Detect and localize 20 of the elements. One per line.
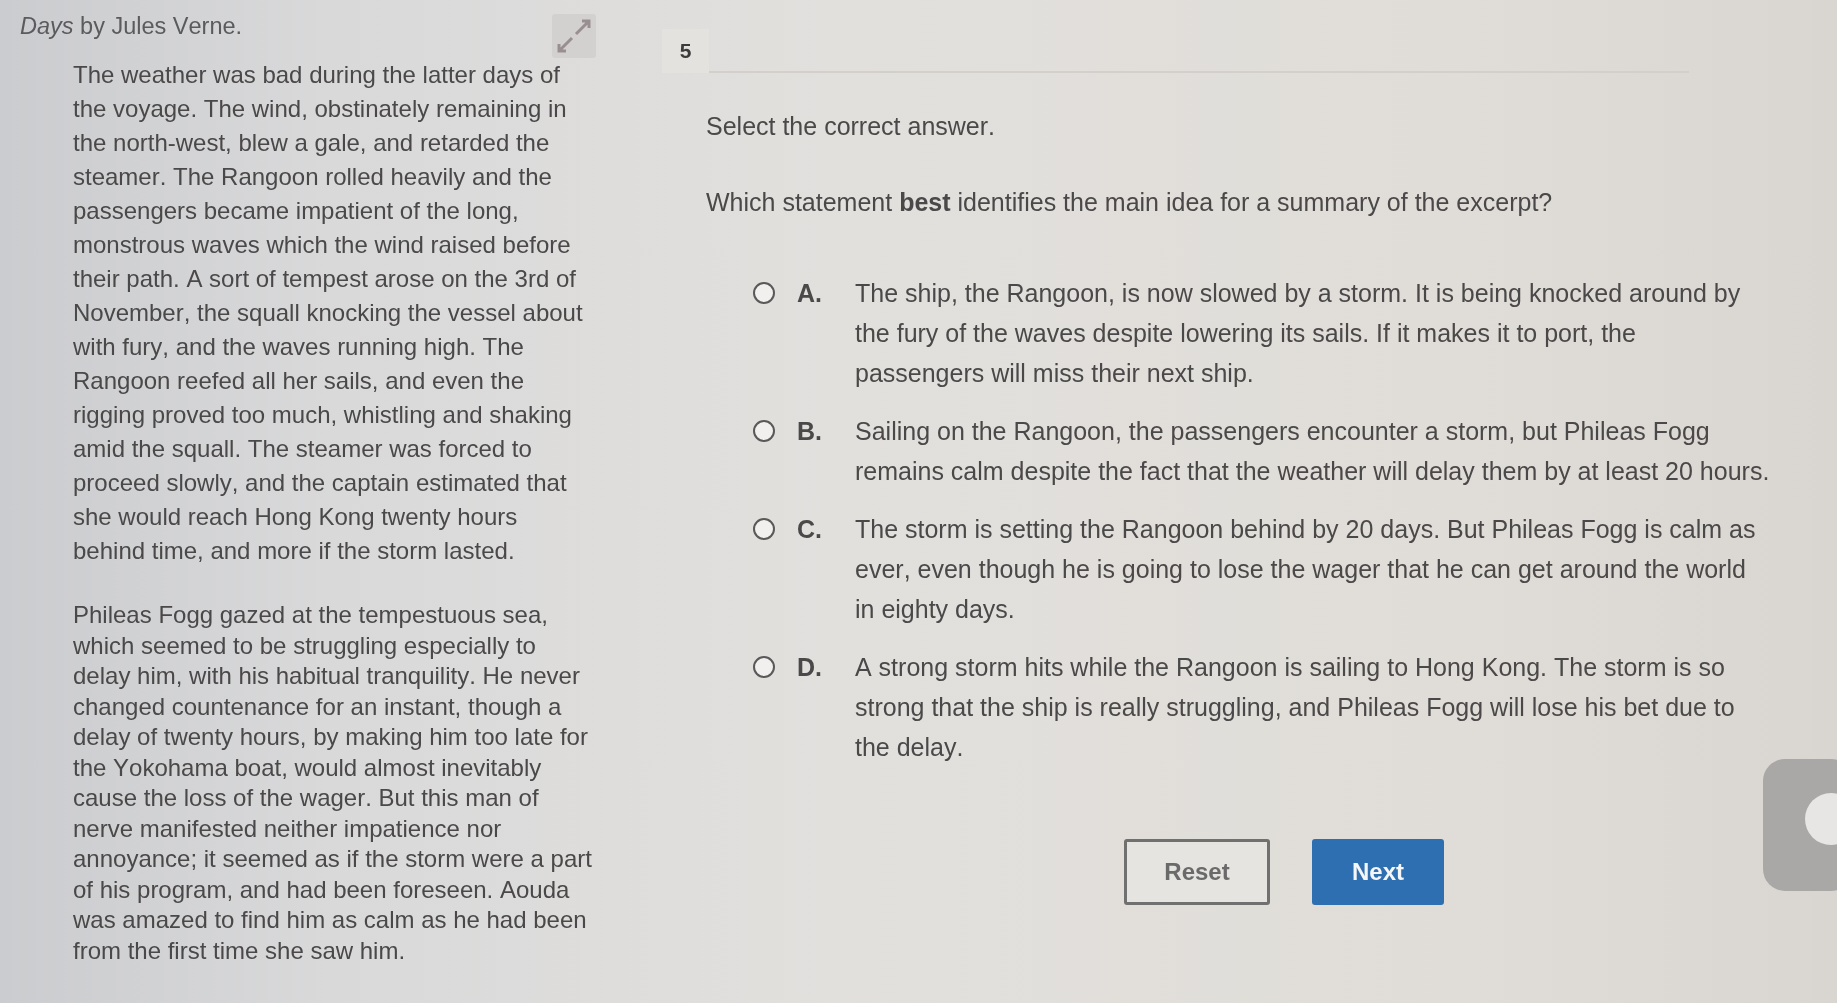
reset-button[interactable]: Reset <box>1124 839 1270 905</box>
option-text: The storm is setting the Rangoon behind by 20 days. But Phileas Fogg is calm as ever, even though he is going to lose the wager that he can get around the world in eighty days. <box>855 514 1757 625</box>
passage-paragraph: The weather was bad during the latter days of the voyage. The wind, obstinately remaining in the north-west, blew a gale, and retarded the steamer. The Rangoon rolled heavily and the passengers became impatient of the long, monstrous waves which the wind raised before their path. A sort of tempest arose on the 3rd of November, the squall knocking the vessel about with fury, and the waves running high. The Rangoon reefed all her sails, and even the rigging proved too much, whistling and shaking amid the squall. The steamer was forced to proceed slowly, and the captain estimated that she would reach Hong Kong twenty hours behind time, and more if the storm lasted. <box>73 60 584 566</box>
option-letter: D. <box>797 652 823 683</box>
radio-button[interactable] <box>753 282 775 304</box>
option-letter: B. <box>797 416 823 447</box>
option-text: The ship, the Rangoon, is now slowed by a storm. It is being knocked around by the fury of the waves despite lowering its sails. If it makes it to port, the passengers will miss their next ship. <box>855 278 1742 389</box>
question-text: Which statement best identifies the main idea for a summary of the excerpt? <box>706 187 1554 217</box>
option-letter: A. <box>797 278 823 309</box>
question-number: 5 <box>662 29 709 73</box>
radio-button[interactable] <box>753 518 775 540</box>
radio-button[interactable] <box>753 656 775 678</box>
option-text: Sailing on the Rangoon, the passengers encounter a storm, but Phileas Fogg remains calm despite the fact that the weather will delay them by at least 20 hours. <box>855 416 1771 487</box>
option-text: A strong storm hits while the Rangoon is sailing to Hong Kong. The storm is so strong that the ship is really struggling, and Phileas Fogg will lose his bet due to the delay. <box>855 652 1736 763</box>
radio-button[interactable] <box>753 420 775 442</box>
next-button[interactable]: Next <box>1312 839 1444 905</box>
instruction-text: Select the correct answer. <box>706 111 996 141</box>
passage-source: Days by Jules Verne. <box>20 13 243 40</box>
option-letter: C. <box>797 514 823 545</box>
passage-paragraph: Phileas Fogg gazed at the tempestuous sea, which seemed to be struggling especially to delay him, with his habitual tranquility. He never changed countenance for an instant, though a delay of twenty hours, by making him too late for the Yokohama boat, would almost inevitably cause the loss of the wager. But this man of nerve manifested neither impatience nor annoyance; it seemed as if the storm were a part of his program, and had been foreseen. Aouda was amazed to find him as calm as he had been from the first time she saw him. <box>73 600 593 966</box>
